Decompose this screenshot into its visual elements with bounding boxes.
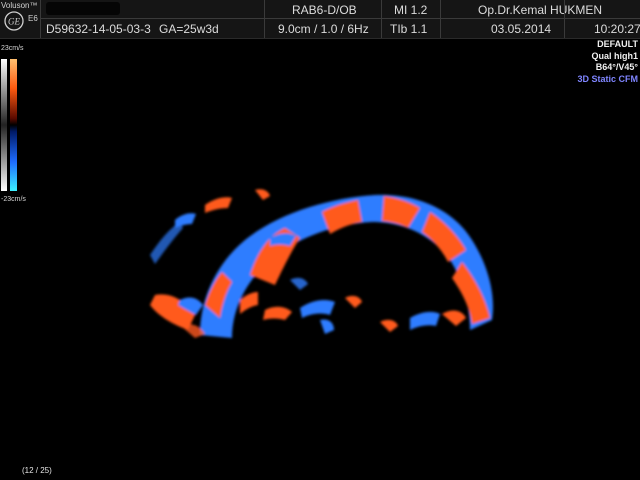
- color-flow-render: [150, 189, 494, 338]
- frame-counter: (12 / 25): [22, 466, 52, 475]
